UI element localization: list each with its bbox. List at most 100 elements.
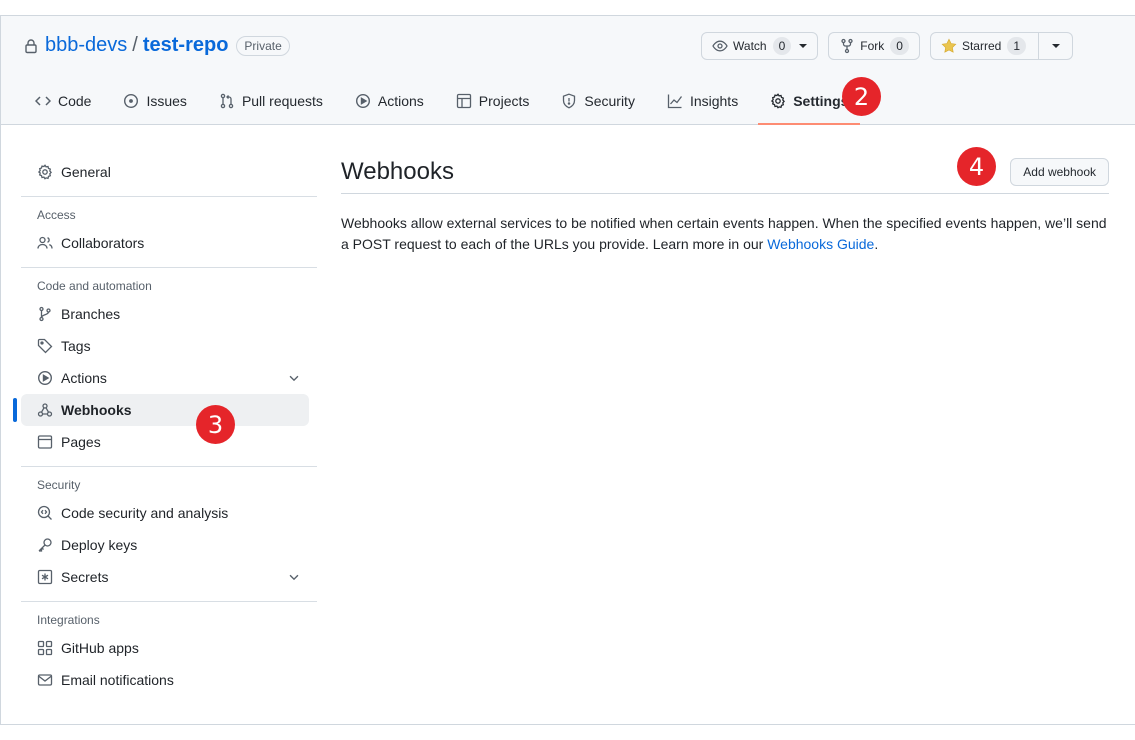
tab-label: Code — [58, 93, 92, 109]
sidebar-item-actions[interactable]: Actions — [21, 362, 317, 394]
tab-issues[interactable]: Issues — [111, 78, 198, 124]
fork-icon — [841, 38, 853, 54]
repo-actions: Watch 0 Fork 0 Starred 1 — [701, 32, 1073, 60]
star-icon — [941, 38, 957, 53]
graph-icon — [667, 94, 682, 109]
starred-label: Starred — [961, 39, 1002, 53]
annotation-marker-4: 4 — [957, 147, 996, 186]
fork-button[interactable]: Fork 0 — [828, 32, 920, 60]
repo-separator: / — [132, 34, 138, 56]
eye-icon — [712, 40, 728, 52]
issue-icon — [124, 93, 139, 109]
annotation-marker-3: 3 — [196, 405, 235, 444]
tab-label: Issues — [146, 93, 187, 109]
repo-header: bbb-devs / test-repo Private Watch 0 For… — [1, 16, 1135, 125]
sidebar-item-general[interactable]: General — [21, 156, 317, 188]
divider — [21, 601, 317, 602]
webhooks-description: Webhooks allow external services to be n… — [341, 213, 1109, 255]
gear-icon — [37, 164, 52, 180]
description-text: Webhooks allow external services to be n… — [341, 215, 1107, 252]
branch-icon — [39, 306, 51, 322]
sidebar-item-tags[interactable]: Tags — [21, 330, 317, 362]
repo-title: bbb-devs / test-repo Private — [23, 34, 290, 57]
sidebar-item-webhooks[interactable]: Webhooks — [13, 394, 309, 426]
sidebar-item-github-apps[interactable]: GitHub apps — [21, 632, 317, 664]
pull-request-icon — [220, 93, 234, 109]
lock-icon — [25, 38, 37, 53]
repo-tabs: Code Issues Pull requests Actions Projec… — [23, 78, 868, 125]
chevron-down-icon — [799, 44, 808, 48]
sidebar-item-code-security[interactable]: Code security and analysis — [21, 497, 317, 529]
annotation-marker-2: 2 — [842, 77, 881, 116]
tab-projects[interactable]: Projects — [444, 78, 542, 124]
settings-sidebar: General Access Collaborators Code and au… — [13, 156, 317, 696]
sidebar-item-label: Branches — [61, 306, 121, 322]
starred-count: 1 — [1007, 37, 1026, 55]
gear-icon — [771, 93, 786, 109]
tab-label: Insights — [689, 93, 739, 109]
sidebar-item-label: Webhooks — [61, 402, 132, 418]
sidebar-item-deploy-keys[interactable]: Deploy keys — [21, 529, 317, 561]
sidebar-item-label: Pages — [61, 434, 101, 450]
sidebar-item-label: Collaborators — [61, 235, 145, 251]
repo-name-link[interactable]: test-repo — [143, 34, 229, 57]
asterisk-icon — [37, 569, 53, 585]
browser-icon — [37, 435, 53, 449]
tab-insights[interactable]: Insights — [655, 78, 750, 124]
watch-count: 0 — [772, 37, 792, 55]
webhooks-guide-link[interactable]: Webhooks Guide — [767, 236, 874, 252]
sidebar-item-label: Tags — [61, 338, 91, 354]
chevron-down-icon[interactable] — [287, 371, 301, 385]
browser-page: bbb-devs / test-repo Private Watch 0 For… — [0, 15, 1135, 725]
tab-code[interactable]: Code — [23, 78, 103, 124]
play-icon — [355, 93, 370, 109]
table-icon — [456, 93, 471, 109]
sidebar-item-label: General — [61, 164, 111, 180]
repo-owner-link[interactable]: bbb-devs — [45, 34, 127, 57]
chevron-down-icon — [1051, 44, 1060, 48]
sidebar-item-collaborators[interactable]: Collaborators — [21, 227, 317, 259]
watch-button[interactable]: Watch 0 — [701, 32, 819, 60]
codescan-icon — [37, 505, 52, 520]
watch-label: Watch — [733, 39, 767, 53]
play-icon — [37, 370, 53, 386]
starred-button[interactable]: Starred 1 — [929, 32, 1039, 60]
tab-security[interactable]: Security — [549, 78, 647, 124]
star-button-group: Starred 1 — [929, 32, 1073, 60]
people-icon — [37, 236, 53, 249]
key-icon — [38, 538, 52, 552]
sidebar-heading-code-automation: Code and automation — [37, 279, 152, 293]
sidebar-item-label: Code security and analysis — [61, 505, 229, 521]
tab-actions[interactable]: Actions — [343, 78, 436, 124]
sidebar-item-pages[interactable]: Pages — [21, 426, 317, 458]
tab-label: Actions — [377, 93, 424, 109]
divider — [21, 466, 317, 467]
sidebar-heading-integrations: Integrations — [37, 613, 100, 627]
mail-icon — [37, 674, 53, 686]
sidebar-item-label: Email notifications — [61, 672, 174, 688]
tab-label: Pull requests — [241, 93, 323, 109]
code-icon — [35, 96, 51, 106]
webhook-icon — [37, 403, 53, 417]
divider — [21, 196, 317, 197]
tab-label: Settings — [793, 93, 849, 109]
sidebar-item-label: GitHub apps — [61, 640, 139, 656]
sidebar-item-branches[interactable]: Branches — [21, 298, 317, 330]
sidebar-heading-access: Access — [37, 208, 76, 222]
tag-icon — [37, 338, 53, 354]
apps-icon — [37, 640, 53, 656]
tab-label: Security — [584, 93, 635, 109]
chevron-down-icon[interactable] — [287, 570, 301, 584]
tab-label: Projects — [478, 93, 530, 109]
sidebar-item-label: Secrets — [61, 569, 109, 585]
fork-count: 0 — [890, 37, 909, 55]
add-webhook-button[interactable]: Add webhook — [1010, 157, 1109, 186]
sidebar-heading-security: Security — [37, 478, 81, 492]
divider — [21, 267, 317, 268]
tab-pull-requests[interactable]: Pull requests — [207, 78, 335, 124]
page-title: Webhooks — [341, 157, 454, 185]
sidebar-item-secrets[interactable]: Secrets — [21, 561, 317, 593]
visibility-badge: Private — [236, 35, 290, 56]
sidebar-item-email-notifications[interactable]: Email notifications — [21, 664, 317, 696]
star-lists-dropdown[interactable] — [1039, 32, 1073, 60]
